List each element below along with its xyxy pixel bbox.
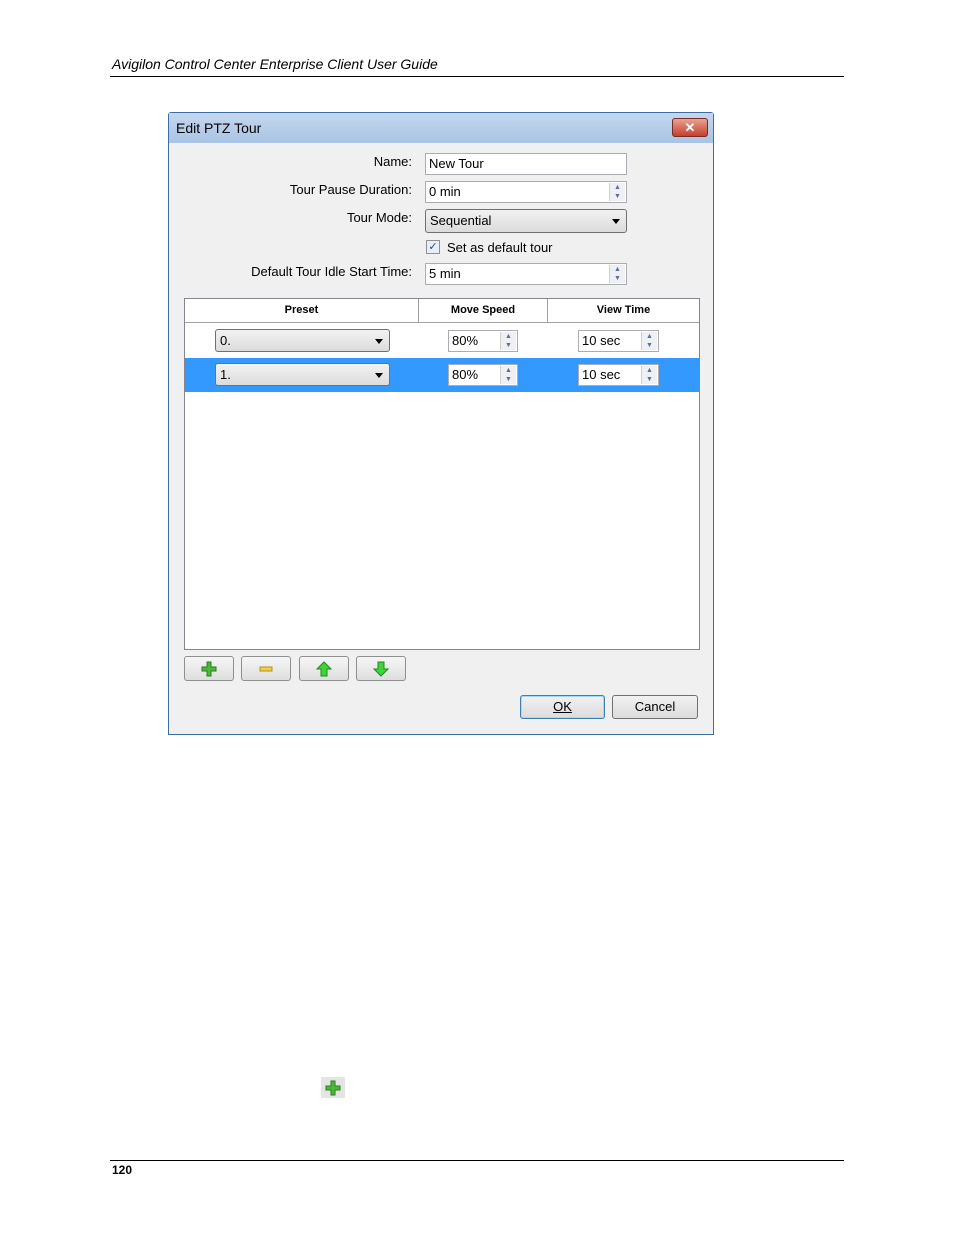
move-up-icon bbox=[316, 660, 332, 676]
move-speed-spinner[interactable]: 80% ▲ ▼ bbox=[448, 364, 518, 386]
add-preset-button[interactable] bbox=[184, 656, 234, 681]
pause-label: Tour Pause Duration: bbox=[289, 182, 412, 197]
column-header-view-time[interactable]: View Time bbox=[548, 299, 699, 323]
chevron-down-icon bbox=[612, 219, 620, 224]
add-icon bbox=[201, 661, 217, 676]
ok-label: OK bbox=[553, 699, 572, 714]
cancel-label: Cancel bbox=[634, 699, 676, 714]
default-tour-label: Set as default tour bbox=[447, 240, 553, 255]
close-icon: ✕ bbox=[684, 120, 696, 135]
spin-arrows-icon[interactable]: ▲ ▼ bbox=[641, 332, 657, 350]
spin-arrows-icon[interactable]: ▲ ▼ bbox=[500, 332, 516, 350]
spin-arrows-icon[interactable]: ▲ ▼ bbox=[500, 366, 516, 384]
column-header-preset[interactable]: Preset bbox=[185, 299, 419, 323]
speed-value: 80% bbox=[452, 367, 479, 382]
preset-grid: Preset Move Speed View Time 0. 80% ▲ ▼ 10 … bbox=[184, 298, 700, 650]
name-input[interactable]: New Tour bbox=[425, 153, 627, 175]
title-bar: Edit PTZ Tour ✕ bbox=[169, 113, 713, 143]
page-number: 120 bbox=[112, 1163, 133, 1177]
idle-label: Default Tour Idle Start Time: bbox=[251, 264, 412, 279]
mode-label: Tour Mode: bbox=[346, 210, 412, 225]
table-row-selected[interactable]: 1. 80% ▲ ▼ 10 sec ▲ ▼ bbox=[185, 358, 699, 392]
preset-select[interactable]: 1. bbox=[215, 363, 390, 386]
preset-value: 0. bbox=[220, 333, 231, 348]
speed-value: 80% bbox=[452, 333, 479, 348]
cancel-button[interactable]: Cancel bbox=[612, 695, 698, 719]
move-speed-spinner[interactable]: 80% ▲ ▼ bbox=[448, 330, 518, 352]
ok-button[interactable]: OK bbox=[520, 695, 605, 719]
preset-select[interactable]: 0. bbox=[215, 329, 390, 352]
move-up-button[interactable] bbox=[299, 656, 349, 681]
move-down-icon bbox=[373, 661, 389, 677]
remove-icon bbox=[259, 666, 273, 671]
chevron-down-icon bbox=[375, 339, 383, 344]
view-value: 10 sec bbox=[582, 333, 621, 348]
mode-value: Sequential bbox=[430, 213, 492, 228]
view-time-spinner[interactable]: 10 sec ▲ ▼ bbox=[578, 364, 659, 386]
idle-start-spinner[interactable]: 5 min ▲ ▼ bbox=[425, 263, 627, 285]
remove-preset-button[interactable] bbox=[241, 656, 291, 681]
move-down-button[interactable] bbox=[356, 656, 406, 681]
spin-arrows-icon[interactable]: ▲ ▼ bbox=[641, 366, 657, 384]
pause-duration-spinner[interactable]: 0 min ▲ ▼ bbox=[425, 181, 627, 203]
default-tour-checkbox[interactable]: ✓ bbox=[426, 240, 440, 254]
table-row[interactable]: 0. 80% ▲ ▼ 10 sec ▲ ▼ bbox=[185, 324, 699, 358]
spin-arrows-icon[interactable]: ▲ ▼ bbox=[609, 183, 625, 201]
chevron-down-icon bbox=[375, 373, 383, 378]
column-header-move-speed[interactable]: Move Speed bbox=[419, 299, 548, 323]
dialog-title: Edit PTZ Tour bbox=[176, 120, 262, 136]
header-divider bbox=[110, 76, 844, 77]
view-time-spinner[interactable]: 10 sec ▲ ▼ bbox=[578, 330, 659, 352]
preset-value: 1. bbox=[220, 367, 231, 382]
pause-value: 0 min bbox=[429, 184, 461, 199]
name-label: Name: bbox=[373, 154, 412, 169]
idle-value: 5 min bbox=[429, 266, 461, 281]
view-value: 10 sec bbox=[582, 367, 621, 382]
close-button[interactable]: ✕ bbox=[672, 118, 708, 137]
page-header: Avigilon Control Center Enterprise Clien… bbox=[112, 56, 438, 72]
edit-ptz-tour-dialog: Edit PTZ Tour ✕ Name: New Tour Tour Paus… bbox=[168, 112, 714, 735]
tour-mode-select[interactable]: Sequential bbox=[425, 209, 627, 233]
spin-arrows-icon[interactable]: ▲ ▼ bbox=[609, 265, 625, 283]
footer-divider bbox=[110, 1160, 844, 1161]
add-icon bbox=[321, 1077, 345, 1098]
